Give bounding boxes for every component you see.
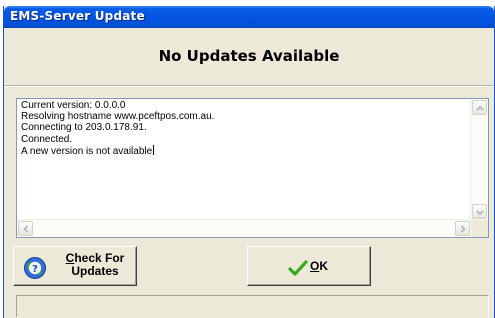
update-dialog: EMS-Server Update No Updates Available C… bbox=[3, 6, 495, 318]
scroll-right-button[interactable] bbox=[455, 221, 470, 236]
chevron-left-icon bbox=[23, 225, 29, 233]
vertical-scrollbar[interactable] bbox=[470, 99, 488, 220]
status-heading: No Updates Available bbox=[158, 47, 340, 65]
check-for-updates-label: Check For Updates bbox=[56, 252, 134, 278]
chevron-down-icon bbox=[476, 210, 484, 216]
ok-button[interactable]: OK bbox=[247, 246, 371, 286]
label-line2: Updates bbox=[71, 264, 119, 278]
globe-help-icon: ? bbox=[23, 256, 47, 285]
scroll-left-button[interactable] bbox=[18, 221, 33, 236]
log-textarea[interactable]: Current version: 0.0.0.0 Resolving hostn… bbox=[16, 98, 489, 238]
ok-label: OK bbox=[310, 260, 328, 273]
checkmark-icon bbox=[288, 260, 308, 281]
log-text: Current version: 0.0.0.0 Resolving hostn… bbox=[21, 100, 470, 157]
scroll-down-button[interactable] bbox=[472, 204, 487, 219]
log-line: Resolving hostname www.pceftpos.com.au. bbox=[21, 111, 215, 123]
window-title: EMS-Server Update bbox=[10, 9, 145, 23]
chevron-right-icon bbox=[460, 225, 466, 233]
text-caret bbox=[153, 144, 155, 155]
label-line1: heck For bbox=[74, 251, 125, 265]
ok-label-rest: K bbox=[319, 259, 329, 273]
log-line: Connected. bbox=[21, 133, 73, 145]
title-bar[interactable]: EMS-Server Update bbox=[4, 6, 494, 28]
log-line: Connecting to 203.0.178.91. bbox=[21, 122, 147, 134]
status-bar bbox=[16, 295, 489, 317]
accelerator-key: O bbox=[310, 259, 320, 273]
log-line: Current version: 0.0.0.0 bbox=[21, 100, 126, 111]
horizontal-scrollbar[interactable] bbox=[17, 219, 471, 237]
log-line: A new version is not available bbox=[21, 145, 153, 157]
svg-text:?: ? bbox=[32, 264, 38, 275]
heading-divider bbox=[4, 85, 494, 87]
chevron-up-icon bbox=[476, 105, 484, 111]
check-for-updates-button[interactable]: ? Check For Updates bbox=[13, 246, 137, 286]
scroll-up-button[interactable] bbox=[472, 100, 487, 115]
scroll-corner bbox=[471, 220, 488, 237]
